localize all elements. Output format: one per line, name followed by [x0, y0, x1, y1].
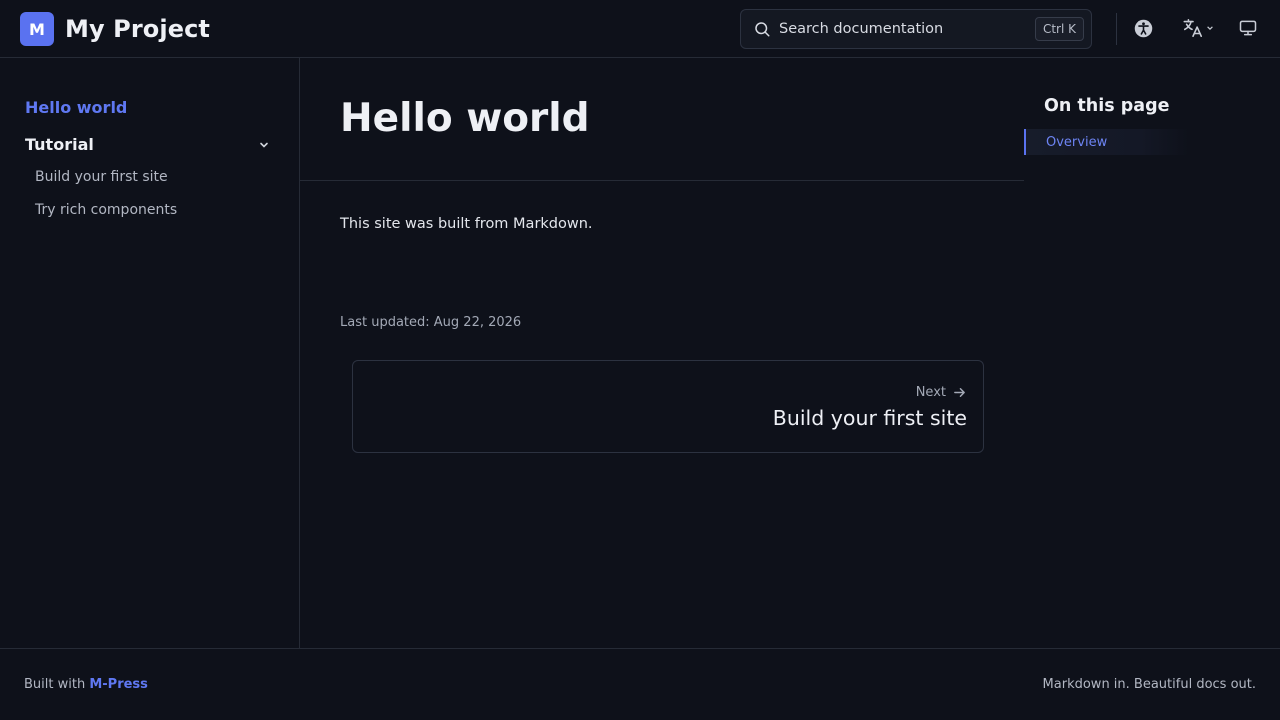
sidebar-item-build-your-first-site[interactable]: Build your first site — [35, 169, 168, 185]
sidebar-nav: Hello world Tutorial Build your first si… — [0, 58, 300, 648]
language-icon — [1183, 18, 1203, 38]
brand-home-link[interactable]: M My Project — [20, 12, 210, 46]
next-page-link[interactable]: Next Build your first site — [352, 360, 984, 453]
accessibility-icon — [1134, 19, 1153, 37]
sidebar-group-label: Tutorial — [25, 135, 94, 154]
theme-monitor-icon — [1239, 20, 1257, 36]
search-icon — [755, 22, 770, 37]
next-label: Next — [915, 385, 946, 400]
title-divider — [300, 180, 1024, 181]
top-navbar: M My Project Search documentation Ctrl K — [0, 0, 1280, 58]
page-footer: Built with M-Press Markdown in. Beautifu… — [0, 648, 1280, 720]
body-paragraph: This site was built from Markdown. — [340, 216, 593, 232]
arrow-right-icon — [954, 388, 965, 397]
chevron-down-icon — [1207, 26, 1213, 31]
next-label-row: Next — [916, 385, 966, 400]
next-page-title: Build your first site — [772, 406, 967, 430]
built-with-text: Built with M-Press — [24, 677, 148, 692]
header-divider — [1116, 13, 1117, 45]
toc-title: On this page — [1044, 96, 1170, 116]
on-this-page-toc: On this page Overview — [1024, 58, 1280, 648]
search-button[interactable]: Search documentation Ctrl K — [740, 9, 1092, 49]
search-label: Search documentation — [779, 21, 944, 37]
sidebar-group-tutorial[interactable]: Tutorial — [25, 135, 270, 154]
project-logo: M — [20, 12, 54, 46]
built-with-prefix: Built with — [24, 677, 90, 692]
chevron-down-icon — [260, 142, 268, 148]
theme-toggle-button[interactable] — [1238, 17, 1258, 39]
language-switcher[interactable] — [1182, 17, 1214, 39]
accessibility-button[interactable] — [1133, 17, 1154, 39]
main-content: Hello world This site was built from Mar… — [300, 58, 1024, 648]
sidebar-item-try-rich-components[interactable]: Try rich components — [35, 202, 177, 218]
search-shortcut-badge: Ctrl K — [1034, 17, 1084, 41]
m-press-link[interactable]: M-Press — [89, 677, 148, 692]
page-title: Hello world — [340, 96, 590, 141]
project-title: My Project — [65, 15, 210, 43]
last-updated-text: Last updated: Aug 22, 2026 — [340, 315, 522, 330]
footer-tagline: Markdown in. Beautiful docs out. — [1042, 677, 1256, 692]
toc-item-overview[interactable]: Overview — [1024, 129, 1189, 155]
sidebar-item-hello-world[interactable]: Hello world — [25, 98, 127, 117]
